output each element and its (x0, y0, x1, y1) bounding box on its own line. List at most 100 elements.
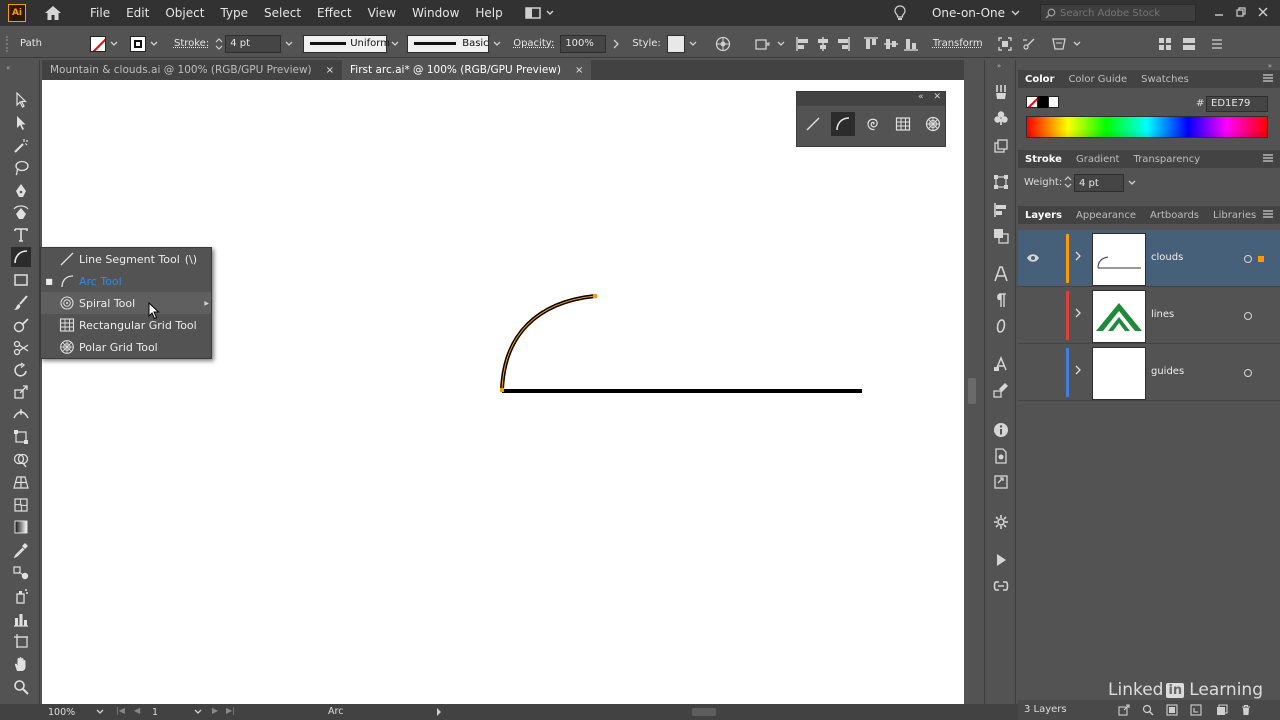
document-info-panel-icon[interactable] (991, 446, 1011, 466)
chevron-down-icon[interactable] (1073, 41, 1081, 47)
hand-tool-icon[interactable] (11, 654, 31, 674)
free-transform-tool-icon[interactable] (11, 427, 31, 447)
tab-color[interactable]: Color (1018, 74, 1061, 85)
export-panel-icon[interactable] (991, 136, 1011, 156)
stroke-weight-input[interactable]: 4 pt (1074, 174, 1124, 192)
strip-collapse-icon[interactable]: » (997, 62, 1001, 70)
type-tool-icon[interactable] (11, 225, 31, 245)
color-black-swatch[interactable] (1038, 96, 1048, 108)
dock-collapse-icon[interactable]: » (1268, 62, 1272, 70)
lasso-tool-icon[interactable] (11, 158, 31, 178)
color-spectrum[interactable] (1026, 116, 1268, 138)
tab-artboards[interactable]: Artboards (1143, 210, 1206, 221)
arc-path[interactable] (500, 294, 596, 391)
delete-layer-icon[interactable] (1240, 704, 1252, 716)
collapse-panel-icon[interactable]: « (918, 92, 924, 102)
arrange-documents-icon[interactable] (525, 6, 557, 20)
flyout-polar-grid-tool[interactable]: Polar Grid Tool (41, 336, 211, 358)
panel-menu-icon[interactable] (1262, 153, 1274, 163)
pen-tool-icon[interactable] (11, 181, 31, 201)
flyout-arc-tool[interactable]: ■ Arc Tool (41, 270, 211, 292)
curvature-tool-icon[interactable] (11, 203, 31, 223)
menu-select[interactable]: Select (256, 0, 309, 26)
rotate-tool-icon[interactable] (11, 360, 31, 380)
pathfinder-panel-icon[interactable] (991, 226, 1011, 246)
close-panel-icon[interactable]: ✕ (933, 92, 941, 102)
actions-panel-icon[interactable] (991, 550, 1011, 570)
direct-selection-tool-icon[interactable] (11, 113, 31, 133)
minimize-button[interactable] (1208, 6, 1230, 20)
tab-mountain-clouds[interactable]: Mountain & clouds.ai @ 100% (RGB/GPU Pre… (42, 60, 342, 80)
chevron-down-icon[interactable] (96, 709, 104, 715)
menu-effect[interactable]: Effect (309, 0, 360, 26)
scissors-tool-icon[interactable] (11, 338, 31, 358)
properties-panel-icon[interactable] (991, 512, 1011, 532)
align-bottom-icon[interactable] (901, 35, 921, 53)
eye-icon[interactable] (1026, 252, 1040, 264)
tab-libraries[interactable]: Libraries (1206, 210, 1263, 221)
stroke-swatch[interactable] (129, 35, 146, 52)
flyout-line-segment-tool[interactable]: Line Segment Tool (\) (41, 248, 211, 270)
toolbar-collapse-icon[interactable]: « (6, 64, 10, 72)
links-panel-icon[interactable] (991, 472, 1011, 492)
arc-icon[interactable] (831, 112, 855, 136)
chevron-down-icon[interactable] (391, 41, 399, 47)
menu-object[interactable]: Object (157, 0, 212, 26)
layer-target-icon[interactable] (1244, 369, 1252, 377)
paragraph-panel-icon[interactable] (991, 290, 1011, 310)
artboard-nav-prev-icon[interactable]: ◀ (134, 706, 140, 715)
flyout-spiral-tool[interactable]: Spiral Tool ▶ (41, 292, 211, 314)
scrollbar-thumb[interactable] (968, 378, 976, 404)
transform-button[interactable]: Transform (933, 38, 983, 49)
paintbrush-tool-icon[interactable] (11, 293, 31, 313)
stepper-icon[interactable] (1064, 175, 1072, 189)
artboard-canvas[interactable] (42, 80, 964, 704)
align-top-icon[interactable] (861, 35, 881, 53)
grip-handle[interactable] (6, 35, 12, 52)
symbol-sprayer-tool-icon[interactable] (11, 586, 31, 606)
chevron-right-icon[interactable] (1074, 365, 1082, 375)
artboard-nav-next-icon[interactable]: ▶ (212, 706, 218, 715)
hex-color-field[interactable]: ED1E79 (1206, 96, 1268, 112)
close-window-button[interactable] (1252, 6, 1274, 20)
workspace-switcher[interactable]: One-on-One (932, 6, 1020, 20)
arc-end-anchor[interactable] (593, 294, 597, 298)
chevron-down-icon[interactable] (777, 41, 785, 47)
eyedropper-tool-icon[interactable] (11, 540, 31, 560)
symbols-panel-icon[interactable] (991, 108, 1011, 128)
spiral-icon[interactable] (861, 112, 885, 136)
polar-grid-icon[interactable] (921, 112, 945, 136)
scale-tool-icon[interactable] (11, 382, 31, 402)
width-tool-icon[interactable] (11, 404, 31, 424)
chevron-down-icon[interactable] (689, 41, 697, 47)
tab-transparency[interactable]: Transparency (1126, 154, 1207, 165)
layer-row-guides[interactable]: guides (1018, 344, 1280, 401)
align-horizontal-center-icon[interactable] (813, 35, 833, 53)
menu-type[interactable]: Type (212, 0, 256, 26)
arc-tool-icon[interactable] (11, 247, 31, 267)
make-clipping-mask-icon[interactable] (1166, 704, 1178, 716)
mesh-tool-icon[interactable] (11, 495, 31, 515)
line-segment-icon[interactable] (801, 112, 825, 136)
chevron-down-icon[interactable] (1128, 180, 1136, 186)
menu-help[interactable]: Help (467, 0, 510, 26)
align-left-icon[interactable] (793, 35, 813, 53)
gradient-tool-icon[interactable] (11, 517, 31, 537)
chevron-down-icon[interactable] (150, 41, 158, 47)
vertical-scrollbar[interactable] (964, 60, 980, 704)
export-for-screens-icon[interactable] (1118, 704, 1130, 716)
graphic-style-swatch[interactable] (666, 34, 685, 53)
panel-menu-icon[interactable] (1262, 73, 1274, 83)
close-tab-icon[interactable]: × (575, 65, 583, 76)
locate-object-icon[interactable] (1142, 704, 1154, 716)
shaper-tool-icon[interactable] (11, 316, 31, 336)
graphic-styles-panel-icon[interactable] (991, 354, 1011, 374)
tab-appearance[interactable]: Appearance (1069, 210, 1143, 221)
color-fill-none-swatch[interactable] (1026, 96, 1038, 108)
menu-view[interactable]: View (360, 0, 404, 26)
control-bar-menu-icon[interactable] (1207, 35, 1227, 53)
layer-target-icon[interactable] (1244, 312, 1252, 320)
envelope-distort-icon[interactable] (1049, 35, 1069, 53)
stroke-label[interactable]: Stroke: (174, 38, 209, 49)
layer-name[interactable]: clouds (1151, 252, 1183, 263)
